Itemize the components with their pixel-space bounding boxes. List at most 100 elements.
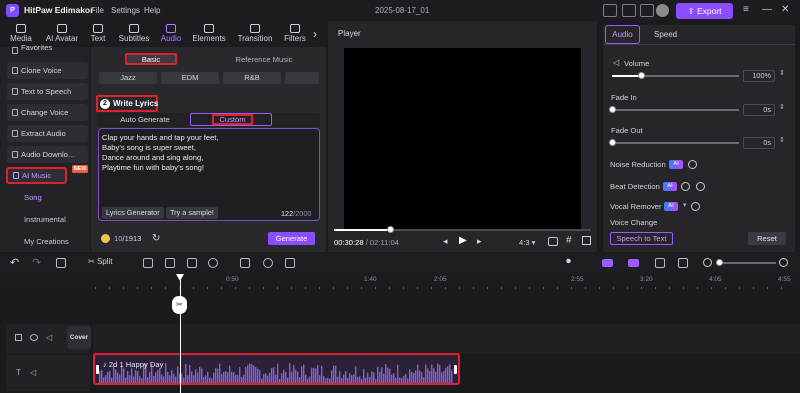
volume-slider[interactable] [612,72,739,79]
export-frame-icon[interactable] [285,258,295,268]
delete-icon[interactable] [56,258,66,268]
link-icon[interactable] [628,259,639,267]
scissors-icon[interactable]: ✂ [172,296,187,314]
tab-reference-music[interactable]: Reference Music [211,54,317,66]
tab-subtitles[interactable]: Subtitles [114,21,154,47]
zoom-handle[interactable] [716,259,723,266]
speed-icon[interactable] [208,258,218,268]
audio-clip[interactable]: ♪ 2d 1 Happy Day [93,353,460,385]
fit-icon[interactable] [678,258,688,268]
volume-handle[interactable] [638,72,646,79]
tab-audio-props[interactable]: Audio [605,25,640,44]
zoom-slider[interactable] [716,259,776,266]
sidebar-item-extract-audio[interactable]: Extract Audio [7,125,88,142]
stepper-icon[interactable]: ⇕ [779,69,785,77]
tab-filters[interactable]: Filters [280,21,310,47]
monitor-icon[interactable] [622,4,636,17]
lyrics-textarea[interactable]: Clap your hands and tap your feet, Baby’… [98,128,320,221]
stepper-icon[interactable]: ⇕ [779,103,785,111]
volume-value[interactable]: 100% [743,70,775,82]
undo-icon[interactable]: ↶ [10,256,19,269]
time-ruler[interactable]: 0:50 1:40 2:05 2:55 3:20 4:05 4:55 [0,273,800,291]
minimize-icon[interactable]: — [762,4,772,15]
redo-icon[interactable]: ↷ [32,256,41,269]
dropdown-icon[interactable]: ▾ [683,201,687,209]
sidebar-item-clone-voice[interactable]: Clone Voice [7,62,88,79]
clip-left-handle[interactable] [96,365,99,374]
sidebar-item-change-voice[interactable]: Change Voice [7,104,88,121]
lyrics-generator-button[interactable]: Lyrics Generator [102,207,164,219]
close-icon[interactable]: ✕ [781,4,789,15]
generate-button[interactable]: Generate [268,232,315,245]
fade-in-handle[interactable] [609,106,616,113]
video-preview[interactable] [344,48,581,229]
fade-out-handle[interactable] [609,139,616,146]
refresh-icon[interactable]: ↻ [152,233,160,244]
speaker-icon[interactable]: ◁ [30,368,36,377]
tab-speed[interactable]: Speed [654,30,677,39]
stepper-icon[interactable]: ⇕ [779,136,785,144]
shield-icon[interactable] [143,258,153,268]
speech-to-text-button[interactable]: Speech to Text [610,232,673,245]
tab-audio[interactable]: Audio [155,21,187,47]
fade-in-slider[interactable] [609,106,739,113]
download-icon[interactable] [263,258,273,268]
zoom-out-icon[interactable] [703,258,712,267]
fullscreen-icon[interactable] [582,236,591,245]
fade-out-slider[interactable] [609,139,739,146]
fade-in-value[interactable]: 0s [743,104,775,116]
menu-help[interactable]: Help [144,6,160,15]
info-icon[interactable] [681,182,690,191]
playback-track[interactable] [334,226,591,233]
menu-file[interactable]: File [91,6,104,15]
speaker-icon[interactable]: ◁ [46,333,52,342]
clip-right-handle[interactable] [454,365,457,374]
genre-rnb[interactable]: R&B [223,72,281,84]
auto-generate-option[interactable]: Auto Generate [104,115,186,124]
menu-settings[interactable]: Settings [111,6,140,15]
genre-edm[interactable]: EDM [161,72,219,84]
aspect-ratio[interactable]: 4:3 ▾ [519,238,535,247]
custom-option[interactable]: Custom [190,113,272,126]
tab-basic[interactable]: Basic [125,53,177,65]
camera-icon[interactable] [548,237,558,246]
play-icon[interactable]: ▶ [459,235,467,246]
reset-button[interactable]: Reset [748,232,786,245]
cover-button[interactable]: Cover [67,326,91,349]
prev-frame-icon[interactable]: ◂ [443,236,448,247]
tab-elements[interactable]: Elements [188,21,230,47]
sidebar-sub-my-creations[interactable]: My Creations [24,237,69,246]
tab-transition[interactable]: Transition [233,21,277,47]
try-sample-button[interactable]: Try a sample! [166,207,218,219]
crop-icon[interactable] [187,258,197,268]
layout-icon[interactable] [603,4,617,17]
next-frame-icon[interactable]: ▸ [477,236,482,247]
snap-icon[interactable] [655,258,665,268]
sidebar-item-text-to-speech[interactable]: Text to Speech [7,83,88,100]
download-icon[interactable] [696,182,705,191]
download-icon[interactable] [688,160,697,169]
sidebar-item-ai-music[interactable]: AI Music [6,167,67,184]
sidebar-sub-instrumental[interactable]: Instrumental [24,215,66,224]
fade-out-value[interactable]: 0s [743,137,775,149]
grid-icon[interactable]: # [566,235,572,246]
avatar[interactable] [656,4,669,17]
video-track[interactable] [93,324,800,354]
freeze-icon[interactable] [240,258,250,268]
mic-icon[interactable]: ⏺ [566,256,571,267]
sidebar-sub-song[interactable]: Song [24,193,42,202]
chevron-right-icon[interactable]: › [313,27,317,41]
sidebar-item-favorites[interactable]: Favorites [7,42,88,54]
text-tool-icon[interactable] [165,258,175,268]
menu-icon[interactable]: ≡ [743,4,749,15]
magnet-icon[interactable] [602,259,613,267]
split-button[interactable]: ✂ Split [88,257,113,266]
download-icon[interactable] [691,202,700,211]
genre-more[interactable] [285,72,319,84]
eye-icon[interactable] [30,334,38,341]
export-button[interactable]: ⇪ Export [676,3,733,19]
chat-icon[interactable] [640,4,654,17]
playback-handle[interactable] [386,226,394,233]
zoom-in-icon[interactable] [779,258,788,267]
sidebar-item-audio-download[interactable]: Audio Downlo... [7,146,88,163]
